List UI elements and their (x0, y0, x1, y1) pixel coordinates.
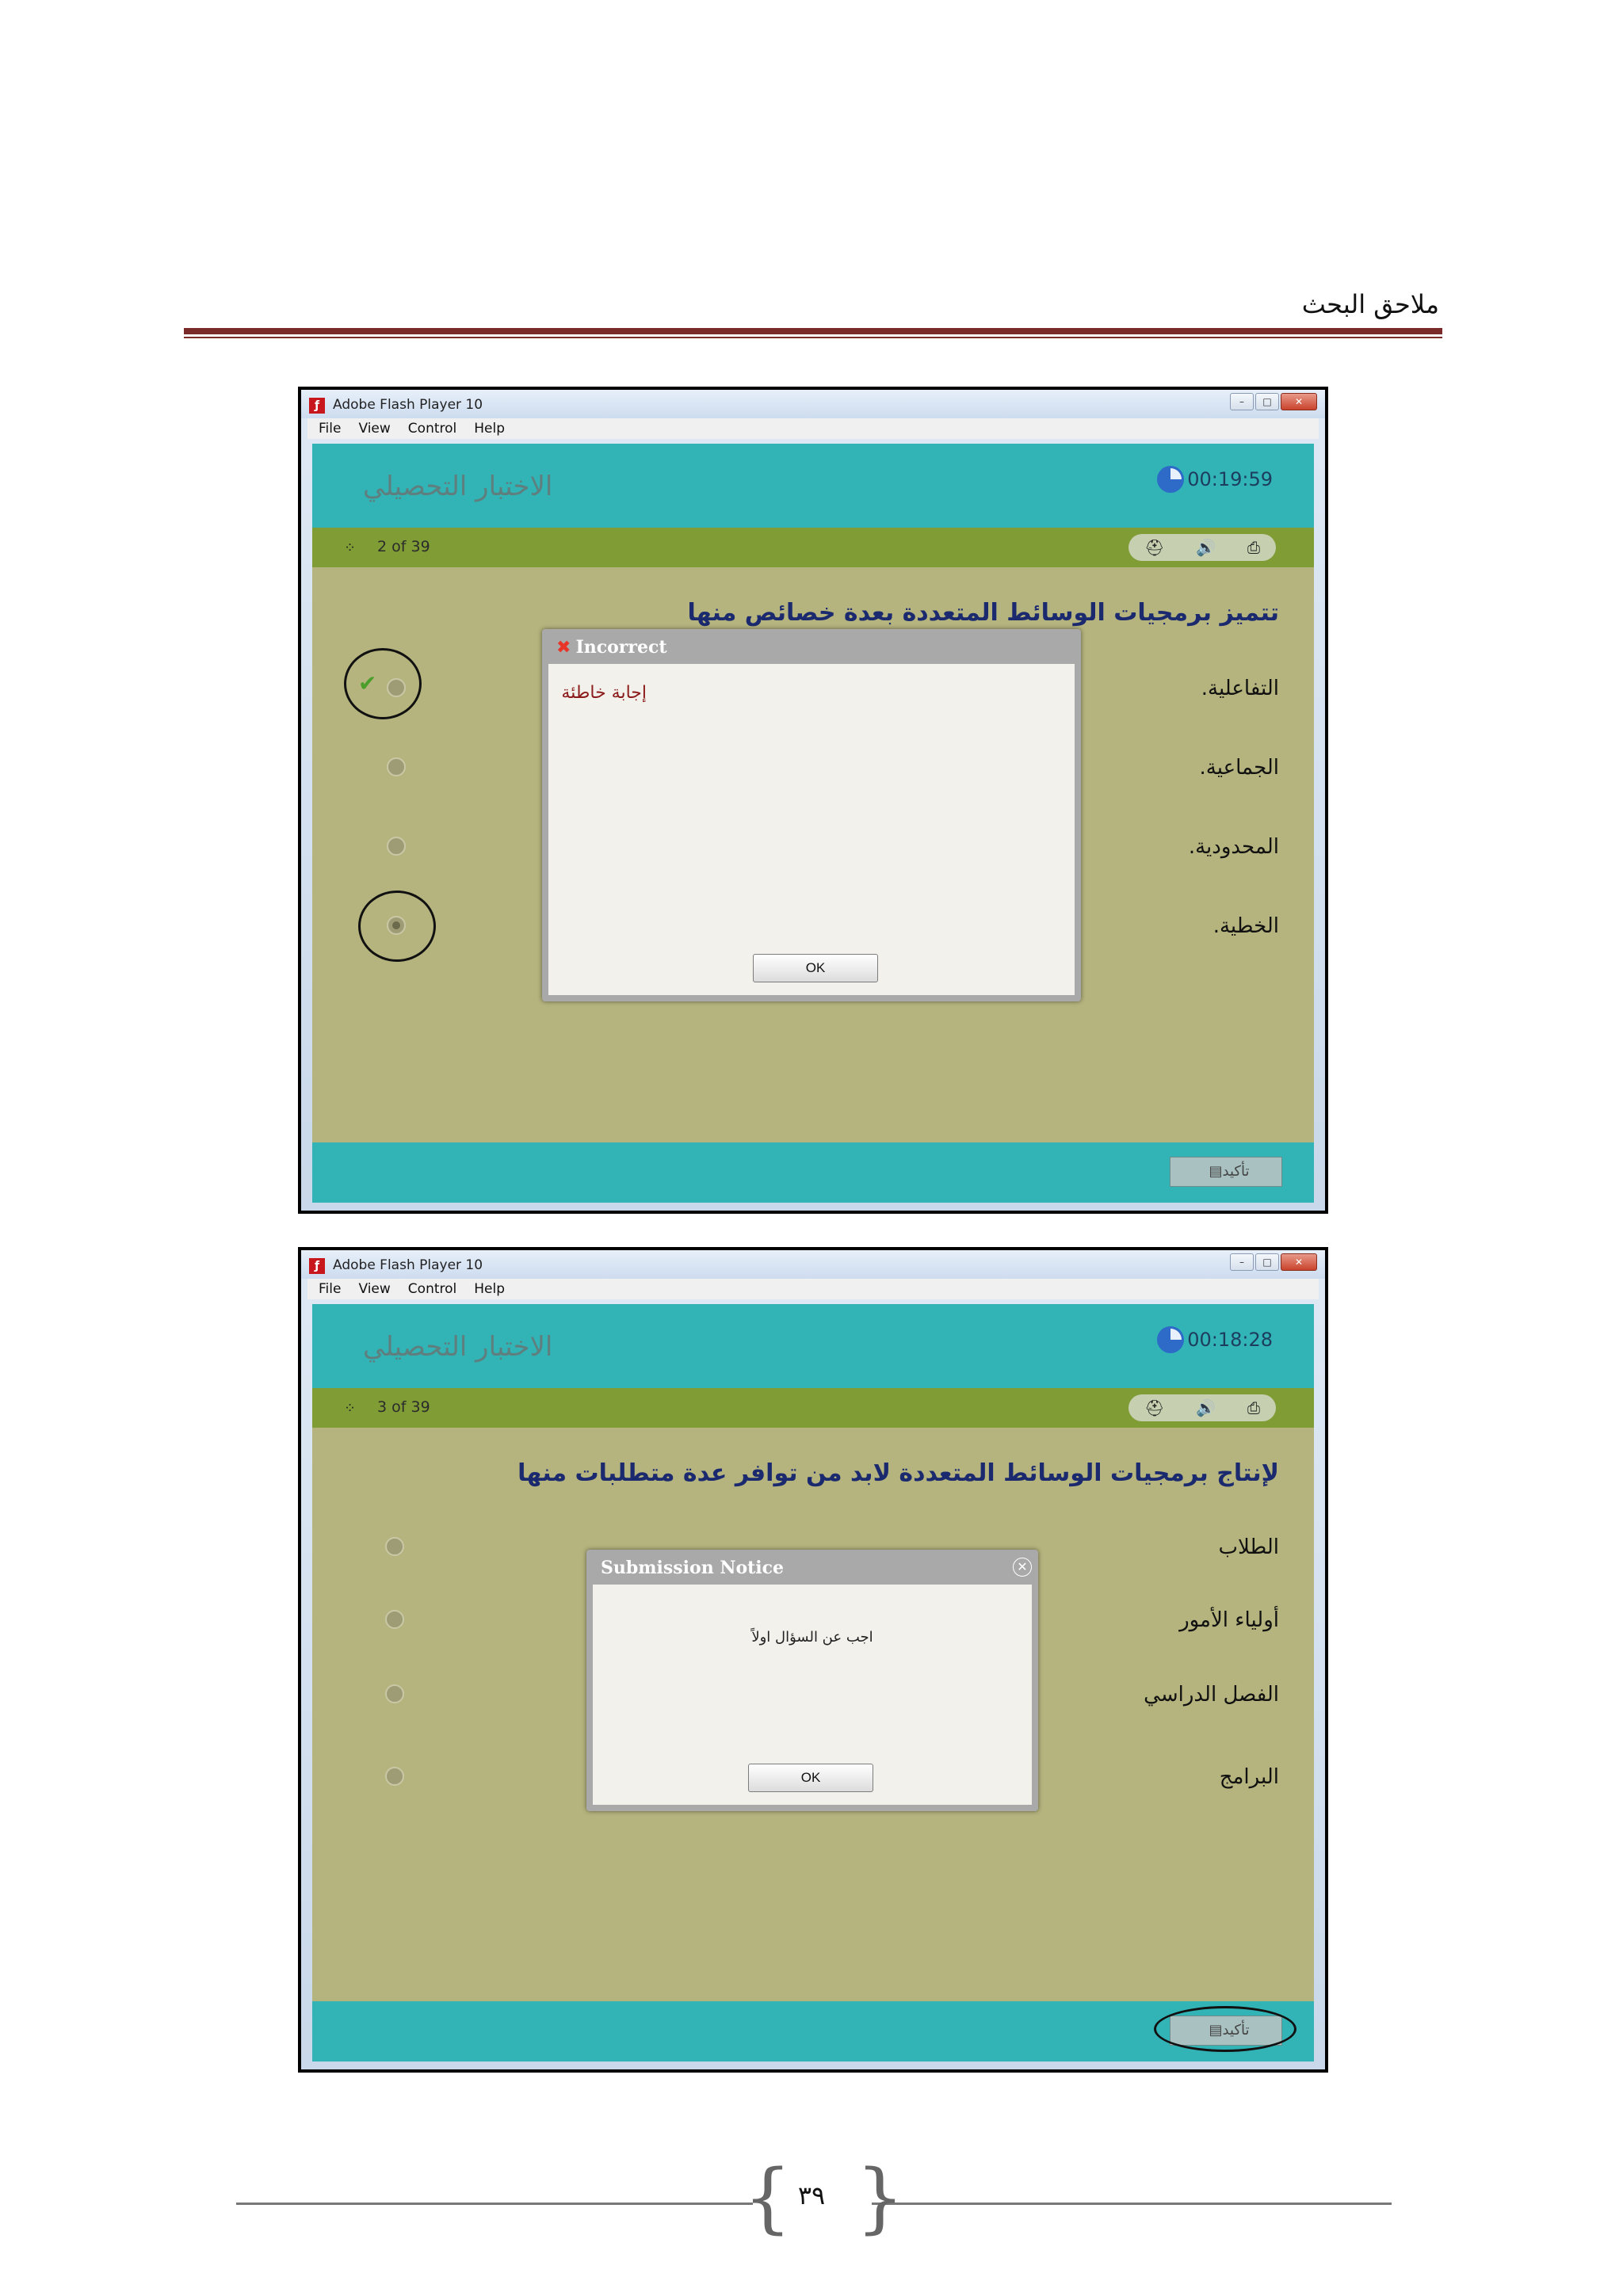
menu-bar: File View Control Help (307, 418, 1319, 439)
dialog-body: إجابة خاطئة OK (548, 664, 1075, 995)
timer-clock-icon (1157, 466, 1185, 493)
incorrect-dialog: ✖ Incorrect إجابة خاطئة OK (542, 629, 1081, 1001)
close-button[interactable]: ✕ (1281, 1253, 1317, 1271)
quiz-header: الاختبار التحصيلي 00:18:28 (312, 1304, 1314, 1388)
header-rule-thin (184, 337, 1442, 338)
navigation-arrows-icon[interactable]: ⁘ (344, 1400, 356, 1417)
navigation-arrows-icon[interactable]: ⁘ (344, 540, 356, 556)
selected-answer-highlight (358, 891, 436, 962)
question-progress: 3 of 39 (377, 1398, 430, 1416)
timer: 00:18:28 (1157, 1326, 1273, 1353)
sound-icon[interactable]: 🔊 (1196, 538, 1216, 557)
window-title: Adobe Flash Player 10 (333, 1257, 483, 1273)
toolbar-pill: ⛑ 🔊 ⎙ (1128, 534, 1276, 561)
timer: 00:19:59 (1157, 466, 1273, 493)
submission-notice-dialog: Submission Notice ✕ اجب عن السؤال اولاً … (586, 1550, 1038, 1811)
menu-help[interactable]: Help (474, 1281, 505, 1297)
flash-app-icon: ƒ (309, 1258, 325, 1274)
dialog-body: اجب عن السؤال اولاً OK (593, 1585, 1032, 1805)
option-1-label: التفاعلية. (1201, 677, 1279, 700)
option-2-label: أولياء الأمور (1179, 1608, 1279, 1632)
minimize-button[interactable]: – (1230, 1253, 1254, 1271)
option-4-radio[interactable] (385, 1767, 404, 1786)
window-titlebar[interactable]: ƒ Adobe Flash Player 10 – □ ✕ (301, 390, 1325, 418)
window-title: Adobe Flash Player 10 (333, 397, 483, 413)
option-2-radio[interactable] (387, 757, 406, 776)
confirm-button[interactable]: تأكيد▤ (1170, 1157, 1282, 1187)
menu-help[interactable]: Help (474, 421, 505, 437)
ok-button[interactable]: OK (748, 1764, 873, 1792)
quiz-footer-bar: تأكيد▤ (312, 1142, 1314, 1203)
flash-app-icon: ƒ (309, 398, 325, 414)
option-1-label: الطلاب (1218, 1535, 1279, 1559)
dialog-title: Submission Notice (601, 1558, 785, 1578)
window-titlebar[interactable]: ƒ Adobe Flash Player 10 – □ ✕ (301, 1250, 1325, 1279)
confirm-label: تأكيد (1222, 1163, 1250, 1180)
question-nav-bar: ⁘ 2 of 39 ⛑ 🔊 ⎙ (312, 528, 1314, 567)
flash-window-2: ƒ Adobe Flash Player 10 – □ ✕ File View … (298, 1247, 1328, 2073)
option-1-radio[interactable] (385, 1537, 404, 1556)
dialog-close-icon[interactable]: ✕ (1013, 1558, 1032, 1577)
footer-brace-right: } (856, 2153, 905, 2242)
quiz-footer-bar: تأكيد▤ (312, 2001, 1314, 2061)
flash-window-1: ƒ Adobe Flash Player 10 – □ ✕ File View … (298, 387, 1328, 1214)
menu-view[interactable]: View (358, 1281, 390, 1297)
sound-icon[interactable]: 🔊 (1196, 1398, 1216, 1417)
quiz-title: الاختبار التحصيلي (363, 471, 553, 502)
menu-file[interactable]: File (319, 1281, 341, 1297)
toolbar-pill: ⛑ 🔊 ⎙ (1128, 1394, 1276, 1421)
maximize-button[interactable]: □ (1255, 393, 1279, 410)
option-3-label: الفصل الدراسي (1144, 1683, 1279, 1707)
option-2-label: الجماعية. (1199, 756, 1279, 780)
quiz-stage: الاختبار التحصيلي 00:18:28 ⁘ 3 of 39 ⛑ 🔊… (312, 1304, 1314, 2061)
correct-answer-highlight (344, 648, 422, 719)
option-3-label: المحدودية. (1188, 835, 1279, 859)
quiz-stage: الاختبار التحصيلي 00:19:59 ⁘ 2 of 39 ⛑ 🔊… (312, 444, 1314, 1203)
menu-control[interactable]: Control (408, 1281, 456, 1297)
option-4-label: البرامج (1219, 1765, 1279, 1789)
header-rule (184, 328, 1442, 334)
question-nav-bar: ⁘ 3 of 39 ⛑ 🔊 ⎙ (312, 1388, 1314, 1428)
dialog-message: اجب عن السؤال اولاً (751, 1629, 873, 1646)
footer-line-right (872, 2203, 1392, 2205)
timer-value: 00:18:28 (1187, 1329, 1273, 1351)
minimize-button[interactable]: – (1230, 393, 1254, 410)
close-button[interactable]: ✕ (1281, 393, 1317, 410)
menu-bar: File View Control Help (307, 1279, 1319, 1299)
timer-clock-icon (1157, 1326, 1185, 1353)
option-3-radio[interactable] (385, 1684, 404, 1703)
error-x-icon: ✖ (556, 638, 571, 658)
page-number: ٣٩ (797, 2180, 826, 2210)
list-icon: ▤ (1209, 1163, 1223, 1180)
option-4-label: الخطية. (1212, 914, 1279, 938)
dialog-title: ✖ Incorrect (556, 637, 667, 658)
page-header-title: ملاحق البحث (1301, 289, 1439, 319)
option-2-radio[interactable] (385, 1610, 404, 1629)
menu-control[interactable]: Control (408, 421, 456, 437)
help-icon[interactable]: ⛑ (1144, 538, 1164, 557)
menu-view[interactable]: View (358, 421, 390, 437)
maximize-button[interactable]: □ (1255, 1253, 1279, 1271)
print-icon[interactable]: ⎙ (1247, 1398, 1260, 1417)
help-icon[interactable]: ⛑ (1144, 1398, 1164, 1417)
footer-line-left (236, 2203, 753, 2205)
question-progress: 2 of 39 (377, 538, 430, 555)
quiz-title: الاختبار التحصيلي (363, 1331, 553, 1363)
timer-value: 00:19:59 (1187, 468, 1273, 490)
question-text: تتميز برمجيات الوسائط المتعددة بعدة خصائ… (687, 599, 1279, 627)
menu-file[interactable]: File (319, 421, 341, 437)
option-3-radio[interactable] (387, 837, 406, 856)
dialog-message: إجابة خاطئة (561, 683, 647, 703)
quiz-header: الاختبار التحصيلي 00:19:59 (312, 444, 1314, 528)
print-icon[interactable]: ⎙ (1247, 538, 1260, 557)
ok-button[interactable]: OK (753, 954, 878, 982)
question-text: لإنتاج برمجيات الوسائط المتعددة لابد من … (517, 1459, 1279, 1487)
confirm-button-highlight (1154, 2006, 1296, 2052)
